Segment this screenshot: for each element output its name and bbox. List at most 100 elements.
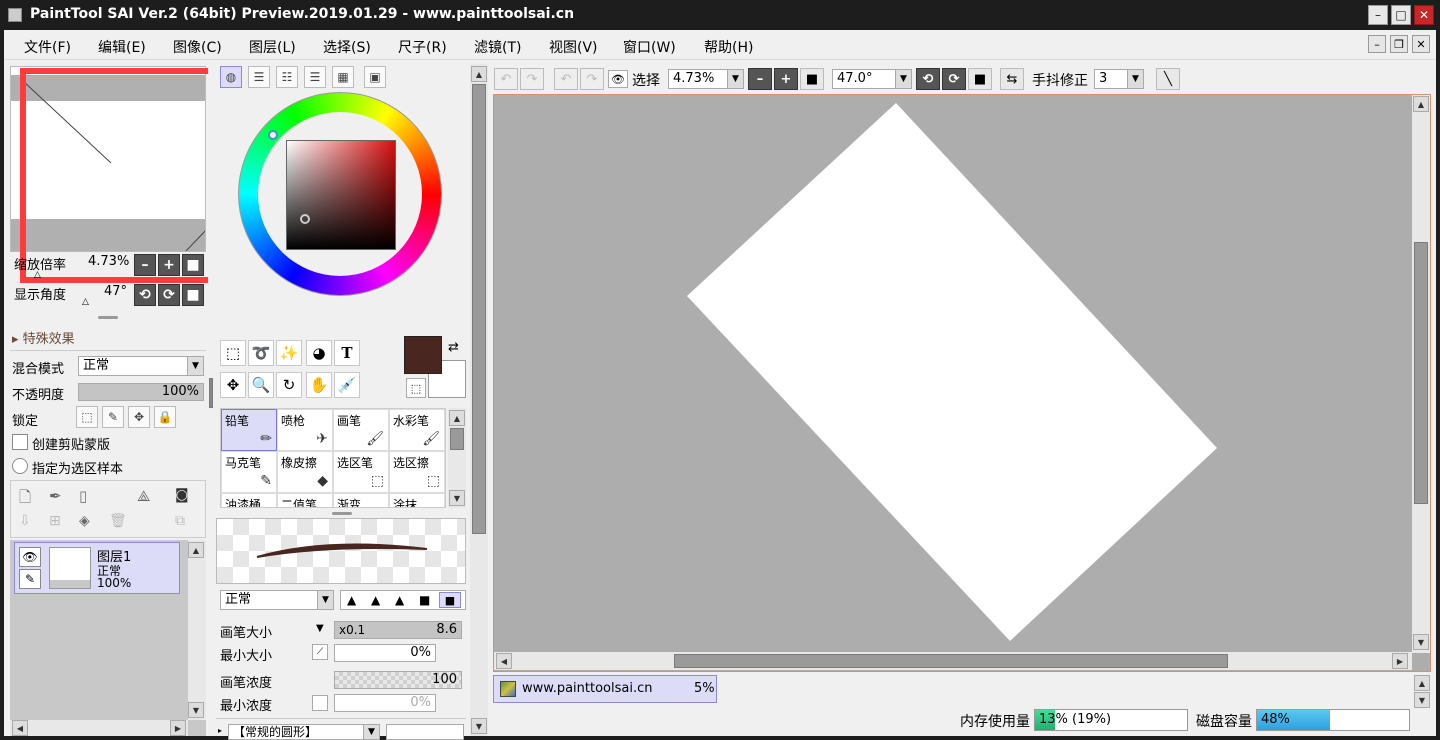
zoom-in-button[interactable]: + bbox=[158, 254, 180, 276]
panel-grip[interactable] bbox=[332, 512, 352, 515]
select-toggle-label[interactable]: 选择 bbox=[632, 70, 660, 90]
layer-scroll-up-arrow[interactable]: ▲ bbox=[188, 542, 204, 558]
brush-scroll-down-arrow[interactable]: ▼ bbox=[449, 490, 465, 506]
tabs-scroll-down-arrow[interactable]: ▼ bbox=[1414, 692, 1430, 708]
select-source-radio[interactable] bbox=[12, 458, 28, 474]
brush-select-pen[interactable]: 选区笔 ⬚ bbox=[333, 451, 389, 493]
min-size-slider[interactable]: 0% bbox=[334, 644, 436, 662]
brush-binary-pen[interactable]: 二值笔 bbox=[277, 493, 333, 507]
rotate-cw-button[interactable]: ⟳ bbox=[158, 284, 180, 306]
blend-mode-select[interactable]: 正常 ▼ bbox=[78, 356, 204, 376]
tool-scroll-thumb[interactable] bbox=[472, 84, 486, 534]
panel-grip[interactable] bbox=[98, 316, 118, 319]
new-folder-icon[interactable]: ▯ bbox=[79, 487, 87, 505]
tool-scroll-up-arrow[interactable]: ▲ bbox=[471, 66, 487, 82]
chevron-down-icon[interactable]: ▼ bbox=[316, 623, 324, 634]
eye-icon[interactable]: 👁 bbox=[608, 70, 628, 88]
density-slider[interactable]: 100 bbox=[334, 671, 462, 689]
maximize-button[interactable]: □ bbox=[1391, 5, 1411, 25]
mixer-tab[interactable]: ▦ bbox=[332, 66, 354, 88]
redo-button[interactable]: ↷ bbox=[520, 68, 544, 90]
menu-filter[interactable]: 滤镜(T) bbox=[474, 37, 521, 57]
canvas-zoom-out-button[interactable]: – bbox=[748, 68, 772, 90]
lock-move-button[interactable]: ✥ bbox=[128, 406, 150, 428]
scratchpad-tab[interactable]: ▣ bbox=[364, 66, 386, 88]
canvas-vscroll-thumb[interactable] bbox=[1414, 242, 1428, 504]
layer-mask-icon[interactable]: ◙ bbox=[175, 487, 189, 503]
rotate-ccw-button[interactable]: ⟲ bbox=[134, 284, 156, 306]
min-density-slider[interactable]: 0% bbox=[334, 694, 436, 712]
layer-scroll-left-arrow[interactable]: ◀ bbox=[12, 720, 28, 736]
clip-checkbox[interactable] bbox=[12, 434, 28, 450]
menu-layer[interactable]: 图层(L) bbox=[249, 37, 296, 57]
canvas-zoom-select[interactable]: 4.73% ▼ bbox=[668, 69, 744, 89]
magic-wand-tool[interactable]: ✨ bbox=[276, 340, 302, 366]
brush-smudge[interactable]: 涂抹 bbox=[389, 493, 445, 507]
pressure-icon[interactable]: ⟋ bbox=[312, 644, 328, 660]
deselect-button[interactable]: ↶ bbox=[554, 68, 578, 90]
reselect-button[interactable]: ↷ bbox=[580, 68, 604, 90]
canvas-view[interactable] bbox=[493, 94, 1431, 672]
brush-size-slider[interactable]: x0.1 8.6 bbox=[334, 621, 462, 639]
text-tool[interactable]: T bbox=[334, 340, 360, 366]
brush-blend-select[interactable]: 正常 ▼ bbox=[220, 590, 334, 610]
canvas-hscroll-thumb[interactable] bbox=[674, 654, 1228, 668]
layer-list-hscrollbar[interactable] bbox=[10, 720, 188, 736]
transparent-color-icon[interactable]: ⬚ bbox=[406, 378, 426, 398]
menu-image[interactable]: 图像(C) bbox=[173, 37, 222, 57]
canvas-angle-select[interactable]: 47.0° ▼ bbox=[832, 69, 912, 89]
merge-down-icon[interactable]: ⇩ bbox=[19, 513, 31, 529]
lasso-tool[interactable]: ➰ bbox=[248, 340, 274, 366]
zoom-tool[interactable]: 🔍 bbox=[248, 372, 274, 398]
canvas-scroll-right-arrow[interactable]: ▶ bbox=[1392, 653, 1408, 669]
tip-shape-5-icon[interactable]: ■ bbox=[439, 592, 461, 608]
menu-select[interactable]: 选择(S) bbox=[323, 37, 371, 57]
brush-bucket[interactable]: 油漆桶 bbox=[221, 493, 277, 507]
mdi-close-button[interactable]: ✕ bbox=[1412, 35, 1430, 53]
swatches-tab[interactable]: ☰ bbox=[304, 66, 326, 88]
brush-pencil[interactable]: 铅笔 ✏ bbox=[221, 409, 277, 451]
tool-scroll-down-arrow[interactable]: ▼ bbox=[471, 718, 487, 734]
canvas-rotate-ccw-button[interactable]: ⟲ bbox=[916, 68, 940, 90]
brush-airbrush[interactable]: 喷枪 ✈ bbox=[277, 409, 333, 451]
layer-effect-icon[interactable]: ⟁ bbox=[137, 487, 150, 505]
clear-layer-icon[interactable]: ◈ bbox=[79, 513, 90, 529]
lock-all-button[interactable]: 🔒 bbox=[154, 406, 176, 428]
hue-marker[interactable] bbox=[268, 130, 278, 140]
lock-paint-button[interactable]: ✎ bbox=[102, 406, 124, 428]
document-tab[interactable]: www.painttoolsai.cn 5% bbox=[493, 675, 717, 703]
hsv-slider-tab[interactable]: ☷ bbox=[276, 66, 298, 88]
brush-shape-select[interactable]: 【常规的圆形】 ▼ bbox=[228, 724, 380, 740]
canvas-rotate-reset-button[interactable]: ■ bbox=[968, 68, 992, 90]
flip-horizontal-button[interactable]: ⇆ bbox=[1000, 68, 1024, 90]
layer-list-scrollbar[interactable] bbox=[188, 540, 206, 720]
canvas-scroll-up-arrow[interactable]: ▲ bbox=[1413, 96, 1429, 112]
layer-extra-icon[interactable]: ⧉ bbox=[175, 513, 185, 529]
primary-color-swatch[interactable] bbox=[404, 336, 442, 374]
minimize-button[interactable]: – bbox=[1368, 5, 1388, 25]
transfer-icon[interactable]: ⊞ bbox=[49, 513, 61, 529]
opacity-slider[interactable]: 100% bbox=[78, 383, 204, 401]
menu-ruler[interactable]: 尺子(R) bbox=[398, 37, 447, 57]
new-layer-icon[interactable]: 🗋 bbox=[19, 487, 31, 512]
delete-layer-icon[interactable]: 🗑 bbox=[109, 513, 127, 529]
zoom-out-button[interactable]: – bbox=[134, 254, 156, 276]
brush-brush[interactable]: 画笔 🖌 bbox=[333, 409, 389, 451]
sv-marker[interactable] bbox=[300, 214, 310, 224]
undo-button[interactable]: ↶ bbox=[494, 68, 518, 90]
brush-texture-select[interactable] bbox=[386, 724, 464, 740]
new-vector-layer-icon[interactable]: ✒ bbox=[49, 487, 62, 505]
brush-eraser[interactable]: 橡皮擦 ◆ bbox=[277, 451, 333, 493]
menu-view[interactable]: 视图(V) bbox=[549, 37, 598, 57]
brush-select-eraser[interactable]: 选区擦 ⬚ bbox=[389, 451, 445, 493]
tip-shape-4-icon[interactable]: ■ bbox=[419, 593, 430, 607]
layer-scroll-right-arrow[interactable]: ▶ bbox=[170, 720, 186, 736]
marquee-tool[interactable]: ⬚ bbox=[220, 340, 246, 366]
brush-watercolor[interactable]: 水彩笔 🖌 bbox=[389, 409, 445, 451]
layer-scroll-down-arrow[interactable]: ▼ bbox=[188, 702, 204, 718]
menu-help[interactable]: 帮助(H) bbox=[704, 37, 753, 57]
mdi-restore-button[interactable]: ❐ bbox=[1390, 35, 1408, 53]
canvas-scroll-down-arrow[interactable]: ▼ bbox=[1413, 634, 1429, 650]
zoom-slider-marker[interactable]: △ bbox=[34, 270, 41, 280]
menu-edit[interactable]: 编辑(E) bbox=[98, 37, 146, 57]
